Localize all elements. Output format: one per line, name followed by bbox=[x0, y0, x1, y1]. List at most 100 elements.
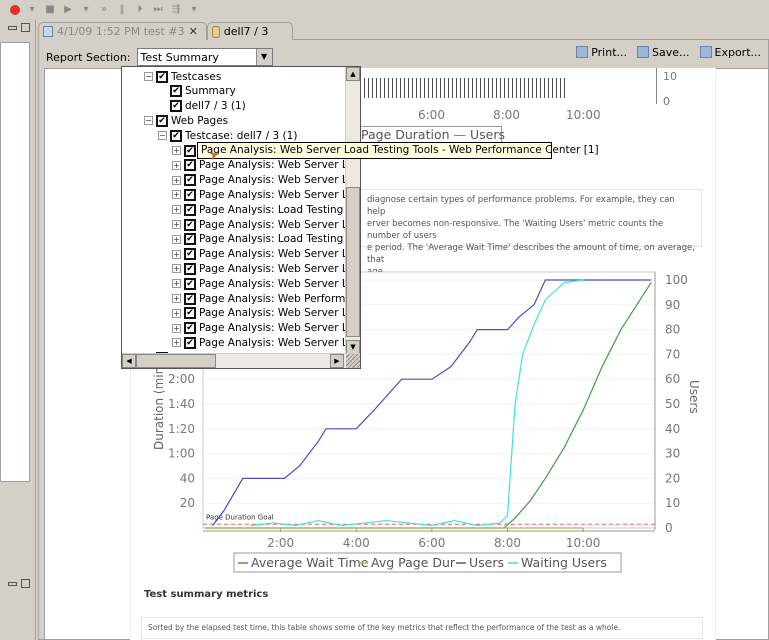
tree-item[interactable]: +✔Page Analysis: Web Server Load bbox=[172, 276, 360, 291]
tree-item-label: Testcase: dell7 / 3 (1) bbox=[185, 129, 298, 142]
skip-icon[interactable]: ⏭ bbox=[152, 4, 164, 16]
checkbox[interactable]: ✔ bbox=[184, 174, 196, 187]
dropdown-icon[interactable]: ▾ bbox=[26, 4, 38, 16]
tree-item-label: Web Pages bbox=[171, 114, 229, 127]
checkbox[interactable]: ✔ bbox=[184, 262, 196, 275]
maximize-icon[interactable] bbox=[21, 579, 30, 588]
x-tick: 6:00 bbox=[418, 108, 445, 122]
plus-expander-icon[interactable]: + bbox=[172, 220, 181, 229]
scroll-up-icon[interactable]: ▲ bbox=[346, 67, 360, 81]
checkbox[interactable]: ✔ bbox=[156, 70, 168, 83]
y2-tick-label: 10 bbox=[665, 496, 680, 510]
chevron-down-icon[interactable]: ▼ bbox=[255, 49, 272, 65]
fast-forward-icon[interactable]: » bbox=[98, 4, 110, 16]
tree-item[interactable]: ✔ Summary bbox=[158, 84, 236, 99]
tree-item[interactable]: +✔Page Analysis: Web Server Load bbox=[172, 247, 360, 262]
checkbox[interactable]: ✔ bbox=[184, 292, 196, 305]
dropdown-icon[interactable]: ▾ bbox=[80, 4, 92, 16]
replay-icon[interactable]: ⇶ bbox=[170, 4, 182, 16]
checkbox[interactable]: ✔ bbox=[170, 129, 182, 142]
minus-expander-icon[interactable]: − bbox=[144, 72, 153, 81]
close-icon[interactable]: ✕ bbox=[189, 25, 198, 38]
tree-item[interactable]: + ✔ Page Analysis: Web Performance bbox=[172, 291, 360, 306]
tree-item[interactable]: +✔Page Analysis: Web Server Load bbox=[172, 335, 360, 350]
plus-expander-icon[interactable]: + bbox=[172, 175, 181, 185]
scroll-right-icon[interactable]: ▶ bbox=[330, 354, 344, 368]
scroll-thumb[interactable] bbox=[136, 354, 216, 368]
maximize-icon[interactable] bbox=[21, 23, 30, 32]
checkbox[interactable]: ✔ bbox=[184, 144, 196, 157]
report-icon bbox=[43, 26, 53, 37]
checkbox[interactable]: ✔ bbox=[184, 159, 196, 172]
plus-expander-icon[interactable]: + bbox=[172, 279, 181, 289]
checkbox[interactable]: ✔ bbox=[184, 248, 196, 261]
plus-expander-icon[interactable]: + bbox=[172, 160, 181, 170]
report-section-select[interactable]: Test Summary ▼ bbox=[136, 48, 273, 66]
plus-expander-icon[interactable]: + bbox=[172, 323, 181, 333]
record-icon[interactable] bbox=[10, 5, 20, 15]
tree-item[interactable]: +✔Page Analysis: Web Server Load bbox=[172, 321, 360, 336]
horizontal-scrollbar[interactable]: ◀ ▶ bbox=[122, 353, 360, 368]
tree-item[interactable]: + ✔ Page Analysis: Load Testing Too bbox=[172, 232, 361, 247]
checkbox[interactable]: ✔ bbox=[184, 188, 196, 201]
checkbox[interactable]: ✔ bbox=[184, 336, 196, 349]
plus-expander-icon[interactable]: + bbox=[172, 205, 181, 215]
tab-dell7[interactable]: dell7 / 3 bbox=[206, 22, 294, 40]
checkbox[interactable]: ✔ bbox=[184, 203, 196, 216]
checkbox[interactable]: ✔ bbox=[170, 100, 182, 113]
stop-icon[interactable]: ■ bbox=[44, 4, 56, 16]
checkbox[interactable]: ✔ bbox=[184, 218, 196, 231]
plus-expander-icon[interactable]: + bbox=[172, 264, 181, 274]
plus-expander-icon[interactable]: + bbox=[172, 294, 181, 303]
checkbox[interactable]: ✔ bbox=[184, 307, 196, 320]
minimize-icon[interactable] bbox=[8, 26, 17, 30]
checkbox[interactable]: ✔ bbox=[184, 322, 196, 335]
plus-expander-icon[interactable]: + bbox=[172, 234, 181, 244]
print-button[interactable]: Print... bbox=[576, 46, 627, 59]
tree-item[interactable]: − ✔ Testcases bbox=[144, 69, 221, 84]
y2-tick-label: 60 bbox=[665, 372, 680, 386]
tree-item[interactable]: +✔Page Analysis: Web Server Load bbox=[172, 158, 360, 173]
checkbox[interactable]: ✔ bbox=[184, 277, 196, 290]
minus-expander-icon[interactable]: − bbox=[158, 131, 167, 141]
tree-item[interactable]: +✔Page Analysis: Web Server Load bbox=[172, 187, 360, 202]
tree-item[interactable]: ✔ dell7 / 3 (1) bbox=[158, 99, 246, 114]
minus-expander-icon[interactable]: − bbox=[144, 116, 153, 126]
save-button[interactable]: Save... bbox=[637, 46, 690, 59]
tree-item-label: Page Analysis: Load Testing Too bbox=[199, 233, 361, 246]
minimize-icon[interactable] bbox=[8, 582, 17, 586]
step-icon[interactable]: ⏵ bbox=[134, 4, 146, 16]
tree-item[interactable]: +✔Page Analysis: Web Server Load bbox=[172, 261, 360, 276]
tree-item[interactable]: +✔Page Analysis: Web Server Load bbox=[172, 306, 360, 321]
plus-expander-icon[interactable]: + bbox=[172, 308, 181, 318]
scroll-down-icon[interactable]: ▼ bbox=[346, 340, 360, 354]
y2-tick-label: 90 bbox=[665, 298, 680, 312]
checkbox[interactable]: ✔ bbox=[184, 233, 196, 246]
tree-item[interactable]: − ✔ Web Pages bbox=[144, 113, 228, 128]
scroll-left-icon[interactable]: ◀ bbox=[122, 354, 136, 368]
tree-item[interactable]: + ✔ Page Analysis: Load Testing Too bbox=[172, 202, 360, 217]
report-section-dropdown: − ✔ Testcases ✔ Summary ✔ dell7 / 3 (1) − ✔ Web P… bbox=[121, 66, 361, 369]
report-actions: Print... Save... Export... bbox=[576, 46, 761, 59]
vertical-scrollbar[interactable]: ▲ ▼ bbox=[345, 67, 360, 354]
checkbox[interactable]: ✔ bbox=[170, 85, 182, 98]
tab-test-results[interactable]: 4/1/09 1:52 PM test #3 ✕ bbox=[38, 22, 207, 40]
dropdown-icon[interactable]: ▾ bbox=[188, 4, 200, 16]
tooltip: Page Analysis: Web Server Load Testing T… bbox=[197, 142, 599, 159]
pause-icon[interactable]: ‖ bbox=[116, 4, 128, 16]
tree-item-label: dell7 / 3 (1) bbox=[185, 100, 246, 113]
checkbox[interactable]: ✔ bbox=[156, 114, 168, 127]
play-icon[interactable]: ▶ bbox=[62, 4, 74, 16]
scroll-thumb[interactable] bbox=[346, 187, 360, 337]
y2-tick-label: 20 bbox=[665, 471, 680, 485]
plus-expander-icon[interactable]: + bbox=[172, 190, 181, 200]
export-button[interactable]: Export... bbox=[699, 46, 761, 59]
tree-item[interactable]: +✔Page Analysis: Web Server Load bbox=[172, 173, 360, 188]
plus-expander-icon[interactable]: + bbox=[172, 249, 181, 259]
tree-item[interactable]: +✔Page Analysis: Web Server Load bbox=[172, 217, 360, 232]
plus-expander-icon[interactable]: + bbox=[172, 338, 181, 348]
plus-expander-icon[interactable]: + bbox=[172, 146, 181, 155]
resize-grip-icon[interactable] bbox=[346, 354, 360, 368]
tree-item[interactable]: − ✔ Testcase: dell7 / 3 (1) bbox=[158, 128, 297, 143]
y-tick-label: 1:40 bbox=[168, 397, 195, 411]
